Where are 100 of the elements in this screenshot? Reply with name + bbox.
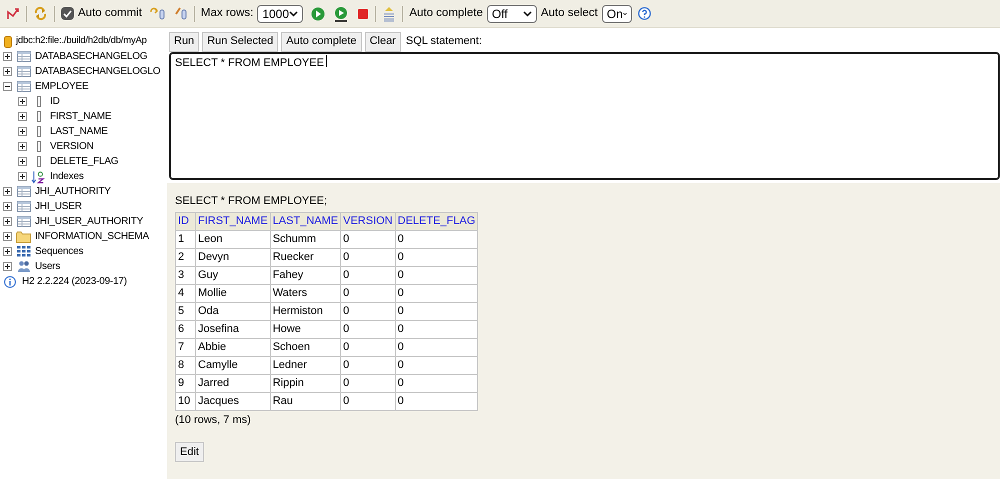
table-cell: 0 xyxy=(395,356,478,374)
tree-item[interactable]: LAST_NAME xyxy=(50,124,108,139)
expand-toggle[interactable] xyxy=(18,112,27,121)
tree-item[interactable]: DELETE_FLAG xyxy=(50,154,118,169)
column-icon xyxy=(36,156,40,167)
tree-item[interactable]: FIRST_NAME xyxy=(50,109,112,124)
history-icon[interactable] xyxy=(382,6,396,22)
table-cell: 0 xyxy=(395,392,478,410)
version-text: H2 2.2.224 (2023-09-17) xyxy=(22,275,127,289)
table-cell: 0 xyxy=(340,392,396,410)
stop-icon[interactable] xyxy=(357,8,370,20)
table-cell: Josefina xyxy=(196,320,270,338)
tree-item[interactable]: ID xyxy=(50,94,60,109)
table-cell: 0 xyxy=(340,248,396,266)
table-cell: 0 xyxy=(395,266,478,284)
column-header: LAST_NAME xyxy=(270,212,341,230)
help-icon[interactable] xyxy=(638,7,651,20)
table-cell: Ruecker xyxy=(270,248,341,266)
table-cell: 0 xyxy=(340,266,396,284)
chevron-down-icon xyxy=(289,10,298,16)
table-cell: 0 xyxy=(395,248,478,266)
auto-complete-select[interactable]: Off xyxy=(486,4,537,22)
tree-item[interactable]: INFORMATION_SCHEMA xyxy=(35,229,149,244)
sql-button[interactable]: Clear xyxy=(364,32,401,52)
expand-toggle[interactable] xyxy=(3,232,12,241)
result-statement: SELECT * FROM EMPLOYEE; xyxy=(175,194,328,209)
expand-toggle[interactable] xyxy=(18,142,27,151)
column-header: VERSION xyxy=(340,212,396,230)
table-icon xyxy=(16,81,30,92)
max-rows-label: Max rows: xyxy=(200,6,254,21)
column-icon xyxy=(36,111,40,122)
sql-label: SQL statement: xyxy=(406,34,482,50)
table-cell: 10 xyxy=(176,392,196,410)
table-cell: 0 xyxy=(395,302,478,320)
tree-item[interactable]: DATABASECHANGELOG xyxy=(35,49,148,64)
expand-toggle[interactable] xyxy=(3,67,12,76)
sql-button[interactable]: Run xyxy=(169,32,200,52)
table-cell: 0 xyxy=(340,230,396,248)
table-cell: Oda xyxy=(196,302,270,320)
table-cell: Rau xyxy=(270,392,341,410)
disconnect-icon[interactable] xyxy=(6,6,20,20)
expand-toggle[interactable] xyxy=(3,262,12,271)
table-cell: 0 xyxy=(340,356,396,374)
sequence-icon xyxy=(16,246,30,257)
table-cell: Jarred xyxy=(196,374,270,392)
table-cell: Abbie xyxy=(196,338,270,356)
expand-toggle[interactable] xyxy=(3,187,12,196)
table-cell: 2 xyxy=(176,248,196,266)
column-icon xyxy=(36,141,40,152)
table-cell: Ledner xyxy=(270,356,341,374)
sql-button[interactable]: Auto complete xyxy=(281,32,362,52)
expand-toggle[interactable] xyxy=(3,217,12,226)
table-cell: 0 xyxy=(395,320,478,338)
table-cell: 0 xyxy=(340,320,396,338)
tree-item[interactable]: Indexes xyxy=(50,169,84,184)
table-cell: Guy xyxy=(196,266,270,284)
result-summary: (10 rows, 7 ms) xyxy=(175,412,252,428)
expand-toggle[interactable] xyxy=(3,247,12,256)
tree-item[interactable]: EMPLOYEE xyxy=(35,79,88,94)
tree-item[interactable]: Sequences xyxy=(35,244,84,259)
table-cell: 0 xyxy=(340,338,396,356)
edit-button[interactable]: Edit xyxy=(175,442,204,462)
table-cell: 3 xyxy=(176,266,196,284)
tree-item[interactable]: JHI_AUTHORITY xyxy=(35,184,111,199)
tree-item[interactable]: JHI_USER xyxy=(35,199,82,214)
auto-select-label: Auto select xyxy=(540,6,598,21)
expand-toggle[interactable] xyxy=(3,202,12,211)
table-cell: 0 xyxy=(395,338,478,356)
table-cell: 1 xyxy=(176,230,196,248)
tree-item[interactable]: DATABASECHANGELOGLO xyxy=(35,64,160,79)
rollback-icon[interactable] xyxy=(174,7,188,20)
collapse-toggle[interactable] xyxy=(3,82,12,91)
table-cell: Rippin xyxy=(270,374,341,392)
sql-text: SELECT * FROM EMPLOYEE xyxy=(175,56,324,71)
tree-item[interactable]: VERSION xyxy=(50,139,94,154)
auto-complete-label: Auto complete xyxy=(409,6,483,21)
table-cell: 8 xyxy=(176,356,196,374)
sort-icon xyxy=(31,170,46,184)
table-cell: Fahey xyxy=(270,266,341,284)
expand-toggle[interactable] xyxy=(18,172,27,181)
tree-item[interactable]: Users xyxy=(35,259,60,274)
table-cell: 6 xyxy=(176,320,196,338)
expand-toggle[interactable] xyxy=(3,52,12,61)
auto-select-select[interactable]: On xyxy=(602,4,632,22)
auto-commit-label: Auto commit xyxy=(78,6,142,21)
commit-icon[interactable] xyxy=(150,7,166,20)
table-cell: 9 xyxy=(176,374,196,392)
expand-toggle[interactable] xyxy=(18,127,27,136)
table-cell: Camylle xyxy=(196,356,270,374)
expand-toggle[interactable] xyxy=(18,157,27,166)
sql-button[interactable]: Run Selected xyxy=(202,32,278,52)
auto-commit-checkbox[interactable] xyxy=(61,7,74,20)
column-header: DELETE_FLAG xyxy=(395,212,478,230)
max-rows-select[interactable]: 1000 xyxy=(257,4,304,22)
run-icon[interactable] xyxy=(311,6,326,20)
tree-item[interactable]: JHI_USER_AUTHORITY xyxy=(35,214,144,229)
sql-editor[interactable]: SELECT * FROM EMPLOYEE xyxy=(169,52,1000,180)
expand-toggle[interactable] xyxy=(18,97,27,106)
run-selected-icon[interactable] xyxy=(333,6,350,22)
table-cell: Leon xyxy=(196,230,270,248)
